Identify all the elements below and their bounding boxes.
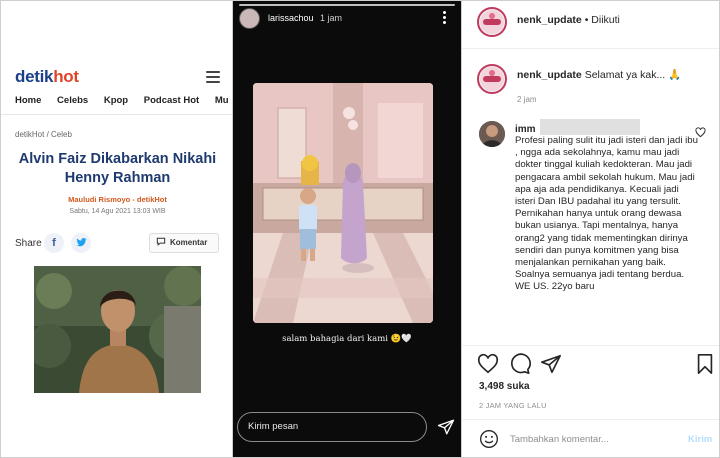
owner-comment-text: Selamat ya kak... 🙏 <box>584 69 682 81</box>
detik-header: detikhot Home Celebs Kpop Podcast Hot Mu <box>1 59 232 115</box>
article-date: Sabtu, 14 Agu 2021 13:03 WIB <box>69 208 166 215</box>
story-message-input[interactable]: Kirim pesan <box>237 412 427 442</box>
share-paper-plane-icon[interactable] <box>540 353 562 375</box>
emoji-smiley-icon[interactable] <box>479 429 499 449</box>
like-heart-icon[interactable] <box>477 353 499 375</box>
nav-item-music[interactable]: Mu <box>215 95 229 106</box>
post-comment-button[interactable]: Kirim <box>688 434 712 445</box>
hamburger-menu-icon[interactable] <box>206 71 220 83</box>
facebook-share-button[interactable]: f <box>44 233 64 253</box>
comment-button[interactable]: Komentar <box>149 233 219 253</box>
article-title: Alvin Faiz Dikabarkan Nikahi Henny Rahma… <box>18 151 217 186</box>
twitter-icon <box>75 238 87 247</box>
comment-bubble-icon[interactable] <box>509 353 531 375</box>
owner-comment-user[interactable]: nenk_update <box>517 69 582 81</box>
nav-item-podcast-hot[interactable]: Podcast Hot <box>144 95 199 106</box>
story-caption: salam bahagia dari kami 😉🤍 <box>282 334 412 344</box>
facebook-icon: f <box>52 237 56 249</box>
story-user-avatar[interactable] <box>239 8 260 29</box>
comment-box-divider <box>462 419 719 420</box>
detikhot-logo[interactable]: detikhot <box>15 67 79 87</box>
redacted-username-block <box>540 119 640 135</box>
nav-item-celebs[interactable]: Celebs <box>57 95 88 106</box>
more-options-icon[interactable] <box>443 11 447 25</box>
post-timestamp: 2 JAM YANG LALU <box>479 401 547 410</box>
commenter-username[interactable]: imm <box>515 124 536 135</box>
twitter-share-button[interactable] <box>71 233 91 253</box>
owner-comment-avatar[interactable] <box>477 64 507 94</box>
article-photo <box>34 266 201 393</box>
follow-status[interactable]: • Diikuti <box>585 14 620 26</box>
article-author[interactable]: Mauludi Rismoyo - detikHot <box>15 195 220 204</box>
nav-item-home[interactable]: Home <box>15 95 41 106</box>
breadcrumb[interactable]: detikHot / Celeb <box>15 130 72 139</box>
owner-comment: nenk_update Selamat ya kak... 🙏 <box>517 68 681 81</box>
instagram-post-panel: nenk_update • Diikuti nenk_update Selama… <box>461 0 720 458</box>
actions-divider <box>462 345 719 346</box>
header-divider <box>462 48 719 49</box>
comment-bubble-icon <box>156 237 166 246</box>
commenter-avatar[interactable] <box>479 121 505 147</box>
nav-item-kpop[interactable]: Kpop <box>104 95 128 106</box>
instagram-story-panel: larissachou 1 jam salam bahagia dari kam… <box>233 0 461 458</box>
post-header: nenk_update • Diikuti <box>517 14 620 26</box>
add-comment-input[interactable]: Tambahkan komentar... <box>510 434 609 445</box>
story-username[interactable]: larissachou <box>268 13 314 23</box>
bookmark-icon[interactable] <box>694 353 716 375</box>
account-avatar[interactable] <box>477 7 507 37</box>
story-time: 1 jam <box>320 13 343 23</box>
owner-comment-time: 2 jam <box>517 95 537 104</box>
comment-text: Profesi paling sulit itu jadi isteri dan… <box>515 135 698 293</box>
story-progress-bar <box>239 4 455 6</box>
story-image <box>253 83 433 323</box>
likes-count[interactable]: 3,498 suka <box>479 381 530 392</box>
send-icon[interactable] <box>437 418 455 436</box>
share-label: Share <box>15 238 42 249</box>
category-nav: Home Celebs Kpop Podcast Hot Mu <box>15 95 232 106</box>
post-account-name[interactable]: nenk_update <box>517 14 582 26</box>
detik-article-panel: detikhot Home Celebs Kpop Podcast Hot Mu… <box>0 0 233 458</box>
